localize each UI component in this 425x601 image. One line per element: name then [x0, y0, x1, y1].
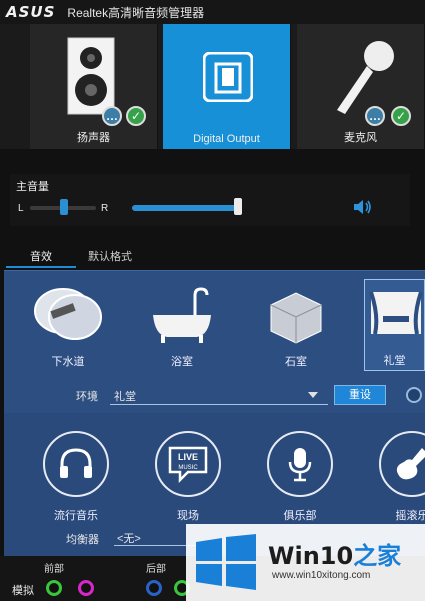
balance-slider-knob[interactable] [60, 199, 68, 215]
microphone-stand-icon [288, 448, 312, 482]
watermark-brand-a: Win10 [268, 542, 354, 570]
device-tiles: … ✓ 扬声器 Digital Output … ✓ 麦克风 [0, 24, 425, 149]
microphone-icon [337, 41, 394, 114]
env-label: 礼堂 [383, 355, 406, 367]
tab-default-format[interactable]: 默认格式 [88, 248, 132, 264]
device-label: 麦克风 [344, 132, 377, 144]
reset-button[interactable]: 重设 [334, 385, 386, 405]
master-volume-title: 主音量 [16, 181, 49, 193]
front-jacks-label: 前部 [44, 564, 64, 575]
music-text: MUSIC [178, 465, 198, 471]
device-tile-microphone[interactable]: … ✓ 麦克风 [297, 24, 425, 149]
check-badge-icon: ✓ [126, 106, 146, 126]
stone-room-icon [270, 292, 322, 344]
master-volume-knob[interactable] [234, 198, 242, 215]
env-label: 浴室 [171, 356, 193, 368]
live-text: LIVE [178, 452, 198, 462]
eq-preset-circle [267, 431, 333, 497]
eq-preset-rock[interactable]: 摇滚乐 [376, 431, 425, 523]
effect-toggle[interactable] [406, 387, 422, 403]
tab-sound-effects[interactable]: 音效 [30, 248, 52, 264]
title-bar: ASUS Realtek高清晰音频管理器 [0, 0, 425, 24]
environment-select[interactable]: 礼堂 [110, 385, 328, 405]
env-bathroom[interactable]: 浴室 [142, 279, 222, 371]
bathtub-icon [153, 287, 211, 343]
chat-badge-icon: … [365, 106, 385, 126]
env-sewer[interactable]: 下水道 [28, 279, 108, 371]
windows-logo-icon [196, 534, 256, 590]
live-music-icon: LIVE MUSIC [168, 446, 208, 484]
tab-active-indicator [6, 266, 76, 268]
eq-preset-label: 摇滚乐 [395, 510, 425, 522]
device-label: 扬声器 [77, 132, 110, 144]
watermark-brand: Win10之家 [268, 536, 401, 571]
env-label: 下水道 [51, 356, 85, 368]
eq-preset-circle [43, 431, 109, 497]
env-label: 石室 [285, 356, 307, 368]
device-label: Digital Output [193, 133, 260, 145]
device-tile-speaker[interactable]: … ✓ 扬声器 [30, 24, 158, 149]
device-tile-digital-output[interactable]: Digital Output [163, 24, 291, 149]
env-stone-room[interactable]: 石室 [256, 279, 336, 371]
eq-preset-circle [379, 431, 425, 497]
front-jack-green[interactable] [46, 580, 62, 596]
eq-preset-label: 俱乐部 [283, 510, 317, 522]
guitar-icon [396, 448, 425, 480]
auditorium-icon [369, 291, 423, 335]
eq-preset-live[interactable]: LIVE MUSIC 现场 [152, 431, 224, 523]
watermark-url: www.win10xitong.com [272, 570, 371, 581]
eq-preset-club[interactable]: 俱乐部 [264, 431, 336, 523]
volume-speaker-icon[interactable] [353, 198, 373, 216]
rear-jacks-label: 后部 [146, 564, 166, 575]
master-volume-panel: 主音量 L R [10, 174, 410, 226]
app-title: Realtek高清晰音频管理器 [67, 5, 205, 20]
eq-preset-pop[interactable]: 流行音乐 [40, 431, 112, 523]
tab-bar: 音效 默认格式 [0, 244, 425, 268]
eq-preset-label: 现场 [177, 510, 199, 522]
equalizer-label: 均衡器 [66, 534, 99, 546]
sewer-pipe-icon [34, 288, 102, 340]
chat-badge-icon: … [102, 106, 122, 126]
environment-label: 环境 [76, 391, 98, 403]
watermark-brand-b: 之家 [353, 542, 402, 570]
eq-preset-circle: LIVE MUSIC [155, 431, 221, 497]
check-badge-icon: ✓ [391, 106, 411, 126]
balance-left-label: L [18, 203, 24, 214]
rear-jack-blue[interactable] [146, 580, 162, 596]
headphones-icon [60, 448, 92, 478]
front-jack-pink[interactable] [78, 580, 94, 596]
asus-logo: ASUS [6, 3, 56, 21]
balance-right-label: R [101, 203, 109, 214]
digital-output-icon [203, 52, 253, 102]
master-volume-track[interactable] [132, 205, 238, 211]
analog-label: 模拟 [12, 585, 34, 597]
eq-preset-label: 流行音乐 [54, 510, 98, 522]
environment-row: 环境 礼堂 重设 [4, 379, 425, 409]
env-auditorium[interactable]: 礼堂 [364, 279, 425, 371]
chevron-down-icon[interactable] [308, 392, 318, 398]
watermark: Win10之家 www.win10xitong.com [186, 524, 425, 601]
speaker-cabinet-icon [67, 37, 115, 115]
